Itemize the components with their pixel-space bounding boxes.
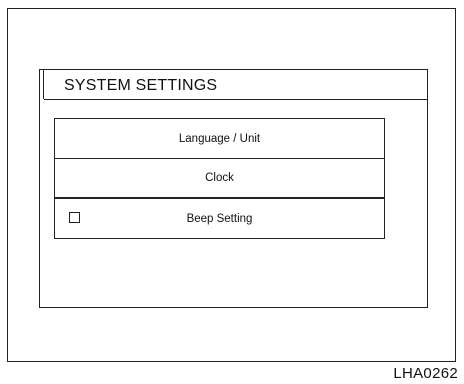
screen-title: SYSTEM SETTINGS bbox=[64, 77, 218, 94]
beep-setting-checkbox[interactable] bbox=[69, 212, 80, 223]
menu-item-label: Language / Unit bbox=[178, 132, 261, 145]
settings-menu: Language / Unit Clock Beep Setting bbox=[54, 118, 385, 239]
title-bar: SYSTEM SETTINGS bbox=[44, 70, 427, 100]
title-left-rule bbox=[43, 69, 44, 99]
menu-item-clock[interactable]: Clock bbox=[55, 159, 384, 199]
menu-item-label: Clock bbox=[205, 172, 234, 184]
menu-item-beep-setting[interactable]: Beep Setting bbox=[55, 199, 384, 238]
menu-item-language-unit[interactable]: Language / Unit bbox=[55, 119, 384, 159]
figure-code: LHA0262 bbox=[393, 365, 458, 382]
menu-item-label: Beep Setting bbox=[186, 212, 253, 225]
